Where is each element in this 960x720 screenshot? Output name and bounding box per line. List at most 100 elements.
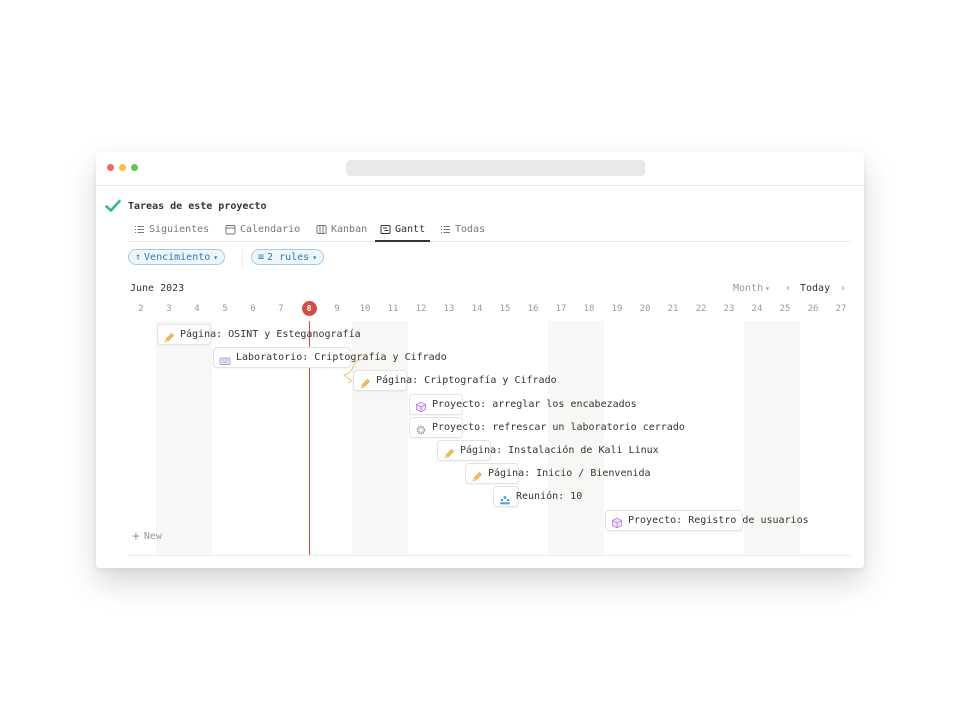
tab-label: Gantt bbox=[395, 223, 426, 235]
scale-select[interactable]: Month ▾ bbox=[733, 283, 770, 294]
tab-label: Kanban bbox=[331, 223, 368, 235]
day-label: 4 bbox=[194, 304, 200, 314]
gantt-task[interactable]: Laboratorio: Criptografía y Cifrado bbox=[213, 347, 447, 369]
list-icon bbox=[135, 225, 144, 233]
gantt-task[interactable]: Reunión: 10 bbox=[493, 486, 583, 508]
gantt-task[interactable]: Página: OSINT y Esteganografía bbox=[157, 324, 361, 345]
maximize-window-button[interactable] bbox=[131, 163, 138, 171]
gantt-task[interactable]: Página: Inicio / Bienvenida bbox=[465, 463, 651, 485]
chevron-left-icon[interactable]: ‹ bbox=[785, 283, 791, 294]
day-label: 9 bbox=[334, 304, 340, 314]
list-icon bbox=[441, 225, 450, 233]
task-label: Proyecto: refrescar un laboratorio cerra… bbox=[432, 421, 685, 433]
day-label: 19 bbox=[611, 304, 623, 314]
day-label: 6 bbox=[250, 304, 256, 314]
pencil-icon bbox=[163, 329, 175, 342]
day-label: 13 bbox=[443, 304, 455, 314]
tab-label: Calendario bbox=[240, 223, 301, 235]
today-button[interactable]: Today bbox=[800, 283, 830, 294]
tab-label: Siguientes bbox=[149, 223, 210, 235]
gear-icon bbox=[415, 421, 427, 435]
day-label: 3 bbox=[166, 304, 172, 314]
day-label: 14 bbox=[471, 304, 483, 314]
day-label: 17 bbox=[555, 304, 567, 314]
day-label: 20 bbox=[639, 304, 651, 314]
arrow-up-icon: ↑ bbox=[135, 251, 142, 263]
day-header: 2 3 4 5 6 7 8 9 10 11 12 13 14 15 16 17 18 19 20 21 22 23 24 25… bbox=[96, 301, 864, 317]
month-label: June 2023 bbox=[130, 283, 185, 294]
pencil-icon bbox=[359, 375, 371, 389]
view-tabs: Siguientes Calendario Kanban Gantt Todas bbox=[128, 217, 851, 242]
tab-todas[interactable]: Todas bbox=[440, 217, 485, 241]
cube-icon bbox=[415, 398, 427, 413]
tab-gantt[interactable]: Gantt bbox=[375, 217, 431, 242]
weekend-column bbox=[156, 321, 212, 556]
scale-label: Month bbox=[733, 283, 764, 294]
tab-calendario[interactable]: Calendario bbox=[225, 217, 300, 241]
task-label: Página: Inicio / Bienvenida bbox=[488, 468, 651, 480]
rules-chip[interactable]: ≡ 2 rules ▾ bbox=[251, 249, 325, 265]
people-icon bbox=[499, 491, 511, 505]
gantt-task[interactable]: Página: Criptografía y Cifrado bbox=[353, 370, 557, 392]
pencil-icon bbox=[471, 468, 483, 482]
task-label: Laboratorio: Criptografía y Cifrado bbox=[236, 352, 447, 364]
day-label: 15 bbox=[499, 304, 511, 314]
day-label: 10 bbox=[359, 304, 371, 314]
day-label: 2 bbox=[138, 304, 144, 314]
task-label: Página: OSINT y Esteganografía bbox=[180, 329, 361, 340]
sort-label: Vencimiento bbox=[144, 251, 211, 263]
pencil-icon bbox=[443, 445, 455, 458]
notion-page: Tareas de este proyecto Siguientes Calen… bbox=[96, 185, 864, 568]
window-titlebar bbox=[96, 152, 864, 186]
gantt-task[interactable]: Proyecto: refrescar un laboratorio cerra… bbox=[409, 416, 685, 438]
task-label: Proyecto: Registro de usuarios bbox=[628, 514, 809, 526]
day-label: 26 bbox=[807, 304, 819, 314]
day-label: 22 bbox=[695, 304, 707, 314]
day-label: 23 bbox=[723, 304, 735, 314]
filter-icon: ≡ bbox=[258, 251, 265, 263]
day-label: 11 bbox=[387, 304, 399, 314]
cube-icon bbox=[611, 514, 623, 529]
calendar-icon bbox=[225, 224, 236, 234]
tab-siguientes[interactable]: Siguientes bbox=[134, 217, 209, 241]
check-icon bbox=[105, 199, 121, 212]
database-title: Tareas de este proyecto bbox=[104, 196, 266, 216]
keyboard-icon bbox=[219, 352, 231, 365]
gantt-task[interactable]: Proyecto: arreglar los encabezados bbox=[409, 393, 637, 415]
plus-icon: + bbox=[132, 528, 140, 544]
task-label: Proyecto: arreglar los encabezados bbox=[432, 398, 637, 410]
board-icon bbox=[316, 224, 327, 234]
rules-label: 2 rules bbox=[267, 251, 310, 263]
task-label: Página: Criptografía y Cifrado bbox=[376, 375, 557, 387]
gantt-task[interactable]: Página: Instalación de Kali Linux bbox=[437, 440, 659, 461]
sort-chip[interactable]: ↑ Vencimiento ▾ bbox=[128, 249, 226, 265]
day-label: 5 bbox=[222, 304, 228, 314]
divider bbox=[128, 555, 851, 556]
close-window-button[interactable] bbox=[107, 163, 114, 171]
new-label: New bbox=[143, 531, 162, 542]
today-marker: 8 bbox=[301, 301, 317, 316]
day-label: 7 bbox=[278, 304, 284, 314]
address-bar[interactable] bbox=[346, 160, 645, 176]
chevron-down-icon: ▾ bbox=[765, 284, 770, 293]
chevron-right-icon[interactable]: › bbox=[840, 283, 846, 294]
minimize-window-button[interactable] bbox=[119, 163, 126, 171]
day-label: 16 bbox=[527, 304, 539, 314]
weekend-column bbox=[548, 321, 604, 556]
timeline-icon bbox=[380, 224, 391, 234]
page-title: Tareas de este proyecto bbox=[128, 200, 267, 212]
tab-kanban[interactable]: Kanban bbox=[316, 217, 367, 241]
day-label: 21 bbox=[667, 304, 679, 314]
day-label: 18 bbox=[583, 304, 595, 314]
chevron-down-icon: ▾ bbox=[213, 252, 219, 262]
gantt-task[interactable]: Proyecto: Registro de usuarios bbox=[605, 509, 809, 531]
day-label: 24 bbox=[751, 304, 763, 314]
divider bbox=[242, 249, 243, 267]
browser-window: Tareas de este proyecto Siguientes Calen… bbox=[96, 152, 864, 568]
day-label: 27 bbox=[835, 304, 847, 314]
chevron-down-icon: ▾ bbox=[312, 252, 318, 262]
task-label: Reunión: 10 bbox=[516, 491, 583, 503]
new-task-button[interactable]: + New bbox=[132, 528, 162, 544]
day-label: 25 bbox=[779, 304, 791, 314]
task-label: Página: Instalación de Kali Linux bbox=[460, 445, 659, 456]
